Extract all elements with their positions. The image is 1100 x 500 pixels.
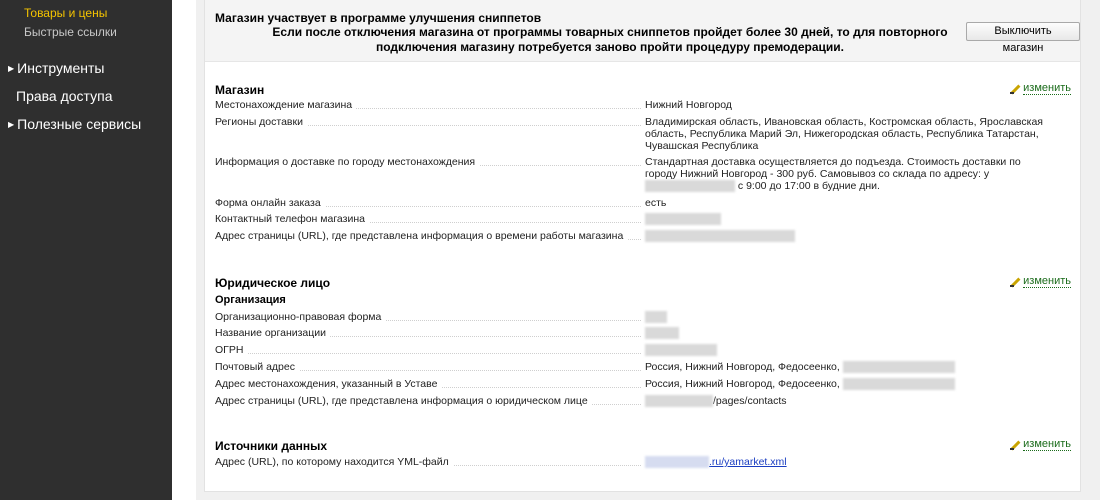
gutter xyxy=(172,0,196,500)
field-label: Адрес страницы (URL), где представлена и… xyxy=(215,395,645,407)
redacted-block xyxy=(645,456,709,469)
field-value: Владимирская область, Ивановская область… xyxy=(645,116,1043,152)
field-label: Организационно-правовая форма xyxy=(215,311,645,323)
sidebar-item-label: Инструменты xyxy=(17,60,105,76)
shop-settings-panel: Магазин участвует в программе улучшения … xyxy=(204,0,1081,492)
edit-data-sources-link[interactable]: изменить xyxy=(1010,439,1071,451)
redacted-block xyxy=(645,213,721,226)
redacted-block xyxy=(842,361,955,374)
notice-title: Магазин участвует в программе улучшения … xyxy=(215,11,542,25)
edit-label: изменить xyxy=(1023,82,1071,95)
field-label: Адрес местонахождения, указанный в Устав… xyxy=(215,378,645,390)
field-value: .ru/yamarket.xml xyxy=(645,456,1045,469)
sidebar: Товары и цены Быстрые ссылки ▶ Инструмен… xyxy=(0,0,172,500)
yml-file-link[interactable]: .ru/yamarket.xml xyxy=(645,456,787,469)
edit-label: изменить xyxy=(1023,438,1071,451)
notice-text: Если после отключения магазина от програ… xyxy=(272,25,948,54)
pencil-icon xyxy=(1010,84,1020,94)
field-label: Почтовый адрес xyxy=(215,361,645,373)
field-label: Форма онлайн заказа xyxy=(215,197,645,209)
field-value xyxy=(645,327,1045,340)
field-value xyxy=(645,230,1045,243)
edit-shop-link[interactable]: изменить xyxy=(1010,83,1071,95)
section-title-shop: Магазин xyxy=(215,83,265,97)
field-value: Россия, Нижний Новгород, Федосеенко, xyxy=(645,361,1045,374)
pencil-icon xyxy=(1010,440,1020,450)
subsection-header: Организация xyxy=(215,294,1075,306)
field-value xyxy=(645,344,1045,357)
field-label: Местонахождение магазина xyxy=(215,99,645,111)
field-value xyxy=(645,213,1045,226)
redacted-block xyxy=(645,344,717,357)
field-label: Адрес (URL), по которому находится YML-ф… xyxy=(215,456,645,468)
field-label: Информация о доставке по городу местонах… xyxy=(215,156,645,168)
redacted-block xyxy=(645,395,713,408)
edit-legal-entity-link[interactable]: изменить xyxy=(1010,276,1071,288)
sidebar-item-products-prices[interactable]: Товары и цены xyxy=(24,6,107,20)
pencil-icon xyxy=(1010,277,1020,287)
redacted-block xyxy=(645,180,735,193)
edit-label: изменить xyxy=(1023,275,1071,288)
field-label: Адрес страницы (URL), где представлена и… xyxy=(215,230,645,242)
redacted-block xyxy=(645,311,667,324)
field-value: /pages/contacts xyxy=(645,395,1045,408)
redacted-block xyxy=(645,327,679,340)
sidebar-item-access-rights[interactable]: Права доступа xyxy=(16,88,112,104)
sidebar-item-quick-links[interactable]: Быстрые ссылки xyxy=(24,25,117,39)
main-content: Магазин участвует в программе улучшения … xyxy=(196,0,1100,500)
field-label: Название организации xyxy=(215,327,645,339)
field-label: Регионы доставки xyxy=(215,116,645,128)
sidebar-item-useful-services[interactable]: ▶ Полезные сервисы xyxy=(8,116,141,132)
field-value: Нижний Новгород xyxy=(645,99,732,111)
section-title-legal-entity: Юридическое лицо xyxy=(215,276,331,290)
organization-subheading: Организация xyxy=(215,294,286,306)
sidebar-item-label: Полезные сервисы xyxy=(17,116,142,132)
redacted-block xyxy=(645,230,795,243)
section-title-data-sources: Источники данных xyxy=(215,439,328,453)
field-label: Контактный телефон магазина xyxy=(215,213,645,225)
field-value: Стандартная доставка осуществляется до п… xyxy=(645,156,1021,193)
snippet-program-notice: Магазин участвует в программе улучшения … xyxy=(205,0,1080,62)
field-value: Россия, Нижний Новгород, Федосеенко, xyxy=(645,378,1045,391)
field-value xyxy=(645,311,1045,324)
field-label: ОГРН xyxy=(215,344,645,356)
sidebar-item-tools[interactable]: ▶ Инструменты xyxy=(8,60,104,76)
triangle-right-icon: ▶ xyxy=(8,63,15,73)
sidebar-item-label: Права доступа xyxy=(16,88,113,104)
triangle-right-icon: ▶ xyxy=(8,119,15,129)
disable-shop-button[interactable]: Выключить магазин xyxy=(966,22,1080,54)
field-value: есть xyxy=(645,197,667,209)
redacted-block xyxy=(842,378,955,391)
